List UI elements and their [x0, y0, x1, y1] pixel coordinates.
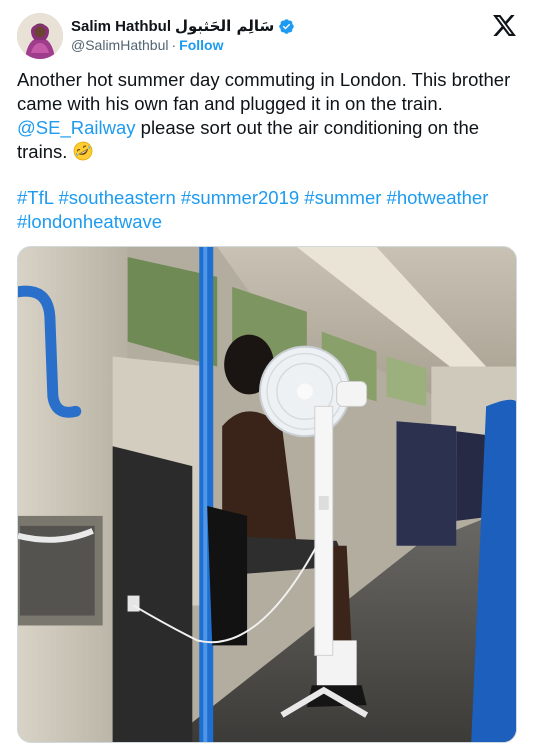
- tweet-text-part1: Another hot summer day commuting in Lond…: [17, 69, 511, 114]
- rolling-on-floor-laughing-emoji: [73, 141, 92, 161]
- mention-link[interactable]: @SE_Railway: [17, 117, 136, 138]
- author-display-name[interactable]: Salim Hathbul: [71, 18, 171, 35]
- author-display-name-arabic[interactable]: سَالِم الحَثبول: [175, 17, 274, 35]
- author-handle[interactable]: @SalimHathbul: [71, 37, 168, 53]
- tweet-photo[interactable]: [17, 246, 517, 743]
- hashtag-list: #TfL #southeastern #summer2019 #summer #…: [17, 186, 522, 234]
- author-handle-row: @SalimHathbul · Follow: [71, 37, 223, 53]
- hashtag-link[interactable]: #summer: [304, 187, 381, 208]
- avatar-image: [17, 13, 63, 59]
- x-logo-icon[interactable]: [493, 15, 516, 36]
- tweet-body: Another hot summer day commuting in Lond…: [17, 68, 522, 164]
- train-photo-illustration: [18, 247, 516, 742]
- avatar[interactable]: [17, 13, 63, 59]
- author-name-row[interactable]: Salim Hathbul سَالِم الحَثبول: [71, 16, 295, 36]
- tweet-card: Salim Hathbul سَالِم الحَثبول @SalimHath…: [0, 0, 533, 750]
- verified-badge-icon: [279, 18, 295, 34]
- follow-button[interactable]: Follow: [179, 37, 223, 53]
- separator-dot: ·: [171, 37, 177, 53]
- hashtag-link[interactable]: #hotweather: [387, 187, 489, 208]
- hashtag-link[interactable]: #TfL: [17, 187, 53, 208]
- hashtag-link[interactable]: #londonheatwave: [17, 211, 162, 232]
- hashtag-link[interactable]: #summer2019: [181, 187, 299, 208]
- hashtag-link[interactable]: #southeastern: [58, 187, 175, 208]
